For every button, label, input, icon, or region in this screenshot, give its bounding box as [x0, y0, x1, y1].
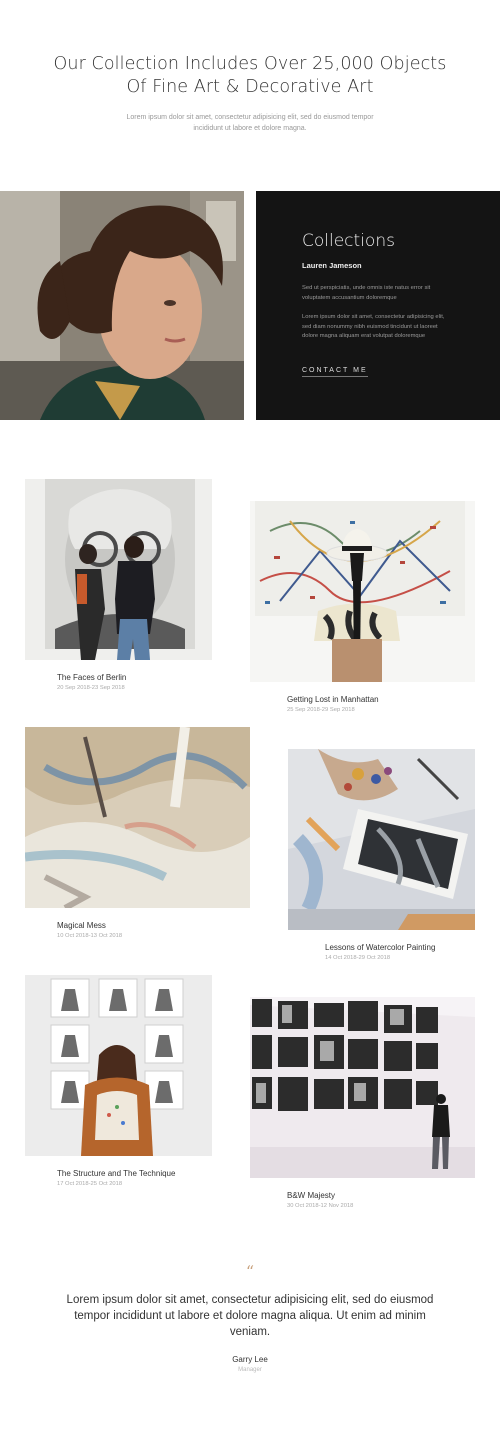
quote-icon: “ — [245, 1262, 255, 1281]
exhibition-dates-bw-majesty: 30 Oct 2018-12 Nov 2018 — [287, 1203, 354, 1209]
collections-paragraph-1: Sed ut perspiciatis, unde omnis iste nat… — [302, 285, 431, 301]
exhibition-title-getting-lost-in-manhattan[interactable]: Getting Lost in Manhattan — [287, 695, 379, 704]
hero-subtitle-line-2: incididunt ut labore et dolore magna. — [193, 125, 307, 132]
portrait-photo — [0, 191, 244, 420]
exhibition-image-lessons-of-watercolor-painting[interactable] — [288, 749, 475, 930]
exhibition-image-getting-lost-in-manhattan[interactable] — [250, 501, 475, 682]
exhibition-image-faces-of-berlin[interactable] — [25, 479, 212, 660]
collections-title: Collections — [302, 231, 395, 251]
exhibition-title-faces-of-berlin[interactable]: The Faces of Berlin — [57, 673, 126, 682]
curator-name: Lauren Jameson — [302, 261, 362, 270]
testimonial-role: Manager — [238, 1367, 262, 1373]
collections-paragraph-2: Lorem ipsum dolor sit amet, consectetur … — [302, 314, 445, 339]
exhibition-title-structure-and-technique[interactable]: The Structure and The Technique — [57, 1169, 175, 1178]
exhibition-title-lessons-of-watercolor-painting[interactable]: Lessons of Watercolor Painting — [325, 943, 435, 952]
exhibition-image-magical-mess[interactable] — [25, 727, 250, 908]
hero-title-line-2: Of Fine Art & Decorative Art — [126, 77, 374, 97]
exhibition-title-bw-majesty[interactable]: B&W Majesty — [287, 1191, 335, 1200]
exhibition-dates-magical-mess: 10 Oct 2018-13 Oct 2018 — [57, 933, 123, 939]
testimonial-author: Garry Lee — [232, 1355, 268, 1364]
exhibition-dates-faces-of-berlin: 20 Sep 2018-23 Sep 2018 — [57, 685, 125, 691]
hero-title: Our Collection Includes Over 25,000 Obje… — [40, 53, 460, 99]
exhibition-title-magical-mess[interactable]: Magical Mess — [57, 921, 106, 930]
hero-title-line-1: Our Collection Includes Over 25,000 Obje… — [53, 54, 447, 74]
exhibition-image-structure-and-technique[interactable] — [25, 975, 212, 1156]
contact-me-link[interactable]: CONTACT ME — [302, 367, 368, 377]
exhibition-image-bw-majesty[interactable] — [250, 997, 475, 1178]
exhibition-dates-getting-lost-in-manhattan: 25 Sep 2018-29 Sep 2018 — [287, 707, 355, 713]
testimonial-quote: Lorem ipsum dolor sit amet, consectetur … — [66, 1294, 434, 1338]
hero-section: Our Collection Includes Over 25,000 Obje… — [0, 0, 500, 190]
hero-subtitle: Lorem ipsum dolor sit amet, consectetur … — [95, 112, 405, 134]
collections-panel: Collections Lauren Jameson Sed ut perspi… — [256, 191, 500, 420]
exhibition-dates-structure-and-technique: 17 Oct 2018-25 Oct 2018 — [57, 1181, 123, 1187]
exhibition-dates-lessons-of-watercolor-painting: 14 Oct 2018-29 Oct 2018 — [325, 955, 391, 961]
hero-subtitle-line-1: Lorem ipsum dolor sit amet, consectetur … — [126, 114, 374, 121]
